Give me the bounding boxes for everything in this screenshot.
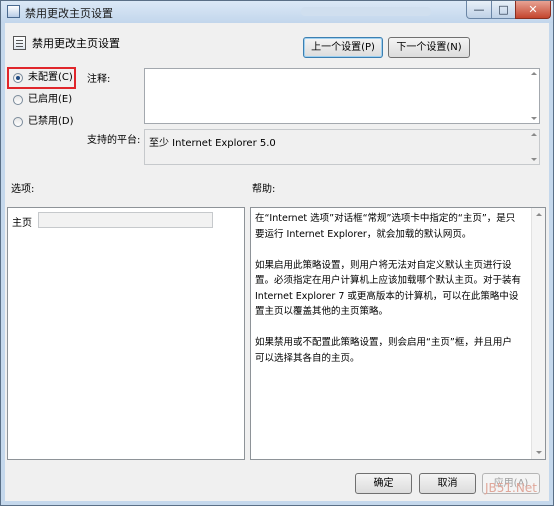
scroll-up-arrow-icon[interactable] [531, 133, 537, 136]
comment-scrollbar[interactable] [529, 69, 539, 123]
title-bar[interactable]: 禁用更改主页设置 — □ ✕ [1, 1, 553, 23]
radio-label: 已启用(E) [28, 94, 73, 105]
platform-scrollbar[interactable] [529, 130, 539, 164]
help-text: 在“Internet 选项”对话框“常规”选项卡中指定的“主页”，是只要运行 I… [255, 211, 521, 382]
platform-value: 至少 Internet Explorer 5.0 [149, 138, 276, 149]
platform-field: 至少 Internet Explorer 5.0 [144, 129, 540, 165]
scroll-up-arrow-icon[interactable] [536, 213, 542, 216]
radio-button-checked[interactable] [13, 73, 23, 83]
radio-button[interactable] [13, 117, 23, 127]
next-setting-button[interactable]: 下一个设置(N) [388, 37, 470, 58]
radio-label: 未配置(C) [28, 72, 73, 83]
homepage-input[interactable] [38, 212, 213, 228]
platform-label: 支持的平台: [87, 135, 141, 146]
maximize-button[interactable]: □ [491, 1, 516, 19]
title-bar-blur [301, 7, 431, 16]
window-title: 禁用更改主页设置 [25, 7, 113, 20]
scroll-down-arrow-icon[interactable] [531, 117, 537, 120]
options-pane: 主页 [7, 207, 245, 460]
radio-button[interactable] [13, 95, 23, 105]
options-label: 选项: [11, 184, 35, 195]
scroll-down-arrow-icon[interactable] [531, 158, 537, 161]
close-button[interactable]: ✕ [515, 1, 551, 19]
help-pane: 在“Internet 选项”对话框“常规”选项卡中指定的“主页”，是只要运行 I… [250, 207, 546, 460]
help-paragraph: 如果禁用或不配置此策略设置，则会启用“主页”框，并且用户可以选择其各自的主页。 [255, 337, 512, 364]
help-scrollbar[interactable] [531, 208, 545, 459]
setting-document-icon [13, 36, 26, 50]
comment-textarea[interactable] [144, 68, 540, 124]
help-paragraph: 如果启用此策略设置，则用户将无法对自定义默认主页进行设置。必须指定在用户计算机上… [255, 259, 522, 318]
policy-settings-icon [7, 5, 20, 18]
scroll-up-arrow-icon[interactable] [531, 72, 537, 75]
scroll-down-arrow-icon[interactable] [536, 451, 542, 454]
dialog-client-area: 禁用更改主页设置 上一个设置(P) 下一个设置(N) 未配置(C) 已启用(E)… [5, 23, 549, 501]
watermark: JB51.Net [485, 481, 537, 495]
ok-button[interactable]: 确定 [355, 473, 412, 494]
minimize-button[interactable]: — [466, 1, 492, 19]
previous-setting-button[interactable]: 上一个设置(P) [303, 37, 383, 58]
help-label: 帮助: [252, 184, 276, 195]
dialog-window: 禁用更改主页设置 — □ ✕ 禁用更改主页设置 上一个设置(P) 下一个设置(N… [0, 0, 554, 506]
setting-title: 禁用更改主页设置 [32, 37, 120, 50]
radio-label: 已禁用(D) [28, 116, 74, 127]
cancel-button[interactable]: 取消 [419, 473, 476, 494]
homepage-label: 主页 [12, 218, 32, 229]
comment-label: 注释: [87, 74, 111, 85]
help-paragraph: 在“Internet 选项”对话框“常规”选项卡中指定的“主页”，是只要运行 I… [255, 213, 516, 240]
